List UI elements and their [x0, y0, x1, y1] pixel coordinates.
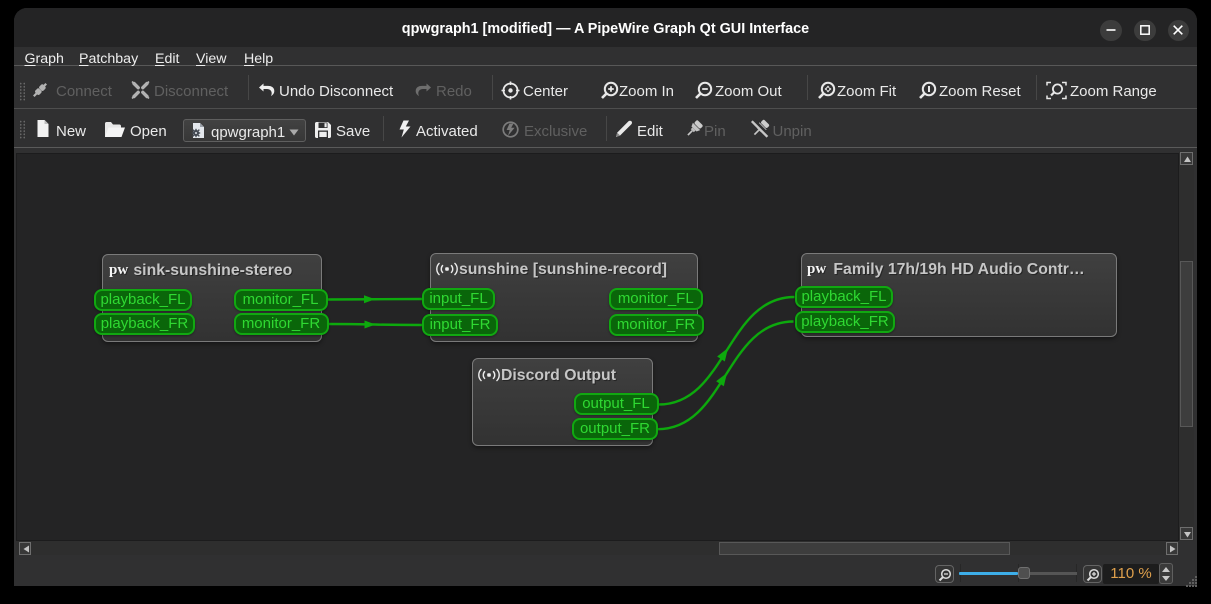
svg-text:pw: pw — [109, 262, 128, 277]
svg-text:pw: pw — [807, 261, 826, 276]
